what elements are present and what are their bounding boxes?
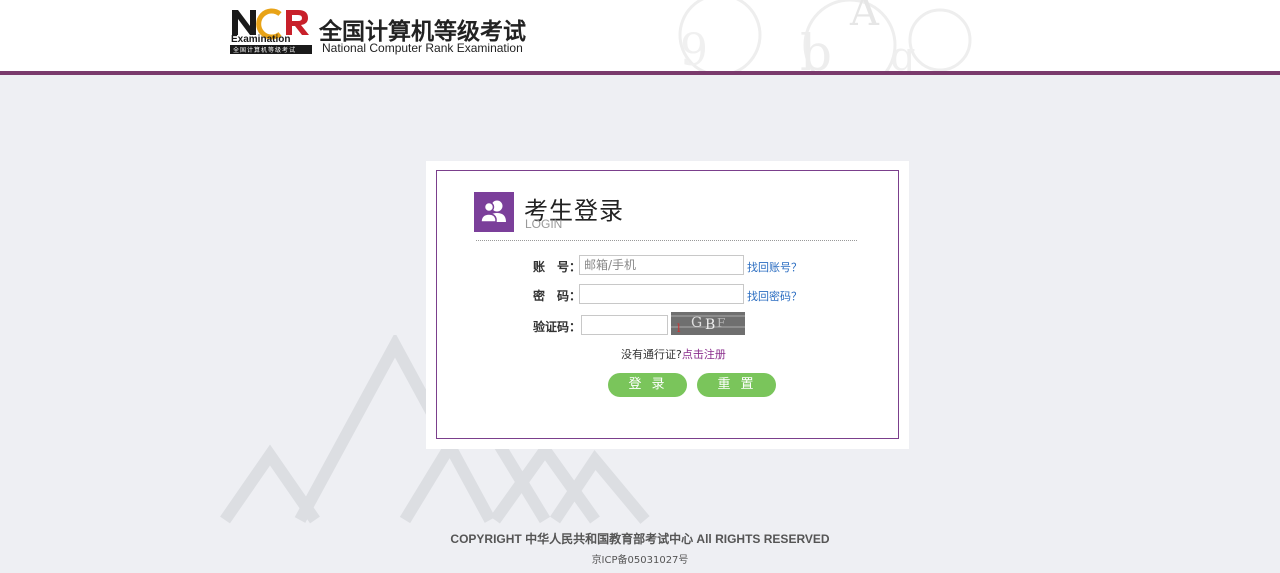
register-link[interactable]: 点击注册 xyxy=(682,348,726,361)
footer-copyright: COPYRIGHT 中华人民共和国教育部考试中心 All RIGHTS RESE… xyxy=(450,532,830,546)
login-panel: 考生登录 LOGIN 账 号： 找回账号？ 密 码： 找回密码？ 验证码： l … xyxy=(436,170,899,439)
login-subtitle: LOGIN xyxy=(525,217,563,231)
svg-text:g: g xyxy=(890,34,916,71)
find-password-link[interactable]: 找回密码？ xyxy=(747,288,802,304)
account-input[interactable] xyxy=(579,255,744,275)
svg-text:G: G xyxy=(691,315,702,331)
logo-mark-small: 全国计算机等级考试 xyxy=(233,47,297,54)
logo-title-en: National Computer Rank Examination xyxy=(322,41,523,55)
register-line: 没有通行证?点击注册 xyxy=(621,346,726,362)
svg-text:l: l xyxy=(677,322,681,335)
login-button[interactable]: 登录 xyxy=(608,373,687,397)
captcha-input[interactable] xyxy=(581,315,668,335)
reset-button[interactable]: 重置 xyxy=(697,373,776,397)
svg-text:9: 9 xyxy=(680,25,708,71)
title-divider xyxy=(476,240,857,241)
header-decoration: A b g 9 xyxy=(678,0,972,71)
captcha-image[interactable]: l G B F xyxy=(671,312,745,335)
account-label: 账 号： xyxy=(533,260,582,274)
captcha-label: 验证码： xyxy=(533,320,582,334)
login-card: 考生登录 LOGIN 账 号： 找回账号？ 密 码： 找回密码？ 验证码： l … xyxy=(426,161,909,449)
svg-text:F: F xyxy=(717,316,725,330)
footer-icp[interactable]: 京ICP备05031027号 xyxy=(0,551,1280,566)
header-divider xyxy=(0,71,1280,75)
find-account-link[interactable]: 找回账号？ xyxy=(747,259,802,275)
logo-mark-word: Examination xyxy=(231,34,291,45)
password-input[interactable] xyxy=(579,284,744,304)
site-header: A b g 9 Examination 全国计算机等级考试 全国计算机等级考试 … xyxy=(0,0,1280,71)
svg-text:B: B xyxy=(705,317,715,333)
no-pass-text: 没有通行证? xyxy=(621,348,682,361)
svg-text:A: A xyxy=(849,0,880,35)
svg-text:b: b xyxy=(800,24,832,71)
users-icon xyxy=(474,192,514,232)
password-label: 密 码： xyxy=(533,289,582,303)
site-logo[interactable]: Examination 全国计算机等级考试 全国计算机等级考试 National… xyxy=(230,8,530,58)
